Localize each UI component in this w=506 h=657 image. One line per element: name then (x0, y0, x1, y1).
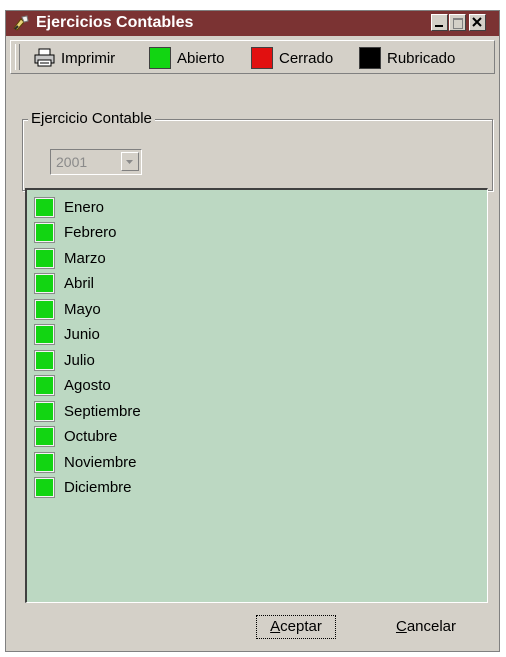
month-label: Octubre (64, 428, 118, 445)
list-item[interactable]: Octubre (35, 426, 117, 448)
month-label: Mayo (64, 300, 101, 318)
legend-open: Abierto (149, 46, 225, 70)
list-item[interactable]: Febrero (35, 222, 117, 244)
accept-button[interactable]: Aceptar (254, 613, 338, 641)
status-checkbox[interactable] (35, 299, 54, 319)
month-label: Junio (64, 326, 100, 343)
legend-signed: Rubricado (359, 46, 455, 70)
app-icon (13, 15, 29, 31)
cancel-button[interactable]: Cancelar (386, 613, 466, 641)
status-checkbox[interactable] (35, 325, 54, 344)
close-icon (472, 17, 482, 27)
month-label: Marzo (64, 249, 106, 267)
legend-open-label: Abierto (177, 49, 225, 67)
close-button[interactable] (469, 14, 486, 31)
list-item[interactable]: Mayo (35, 298, 101, 320)
chevron-down-icon (126, 160, 133, 164)
month-label: Julio (64, 351, 95, 369)
list-item[interactable]: Noviembre (35, 451, 137, 473)
list-item[interactable]: Agosto (35, 375, 111, 397)
list-item[interactable]: Septiembre (35, 400, 141, 422)
legend-closed-label: Cerrado (279, 49, 334, 67)
list-item[interactable]: Enero (35, 196, 104, 218)
maximize-icon (453, 18, 463, 29)
status-checkbox[interactable] (35, 478, 54, 497)
status-checkbox[interactable] (35, 223, 54, 242)
status-checkbox[interactable] (35, 376, 54, 395)
window: Ejercicios Contables Imprimir Abierto Ce… (5, 10, 500, 652)
month-label: Febrero (64, 224, 117, 241)
legend-closed: Cerrado (251, 46, 333, 70)
toolbar: Imprimir Abierto Cerrado Rubricado (10, 40, 495, 74)
toolbar-grip[interactable] (15, 44, 20, 70)
status-checkbox[interactable] (35, 401, 54, 421)
fiscal-year-group-label: Ejercicio Contable (28, 110, 155, 127)
status-checkbox[interactable] (35, 248, 54, 268)
minimize-button[interactable] (431, 14, 448, 31)
month-label: Abril (64, 275, 95, 292)
month-label: Enero (64, 198, 105, 216)
month-label: Agosto (64, 377, 111, 394)
legend-signed-label: Rubricado (387, 49, 456, 67)
fiscal-year-value: 2001 (56, 154, 88, 170)
month-list[interactable]: Enero Febrero Marzo Abril Mayo Junio Julio Agos… (25, 188, 488, 603)
signed-swatch (359, 47, 381, 69)
status-checkbox[interactable] (35, 452, 54, 472)
status-checkbox[interactable] (35, 274, 54, 293)
cancel-label: ancelar (406, 618, 457, 635)
month-label: Septiembre (64, 402, 141, 420)
window-title: Ejercicios Contables (36, 14, 194, 31)
print-button[interactable]: Imprimir (33, 46, 115, 70)
status-checkbox[interactable] (35, 427, 54, 446)
accept-mnemonic: A (270, 618, 281, 635)
title-bar[interactable]: Ejercicios Contables (6, 11, 499, 36)
closed-swatch (251, 47, 273, 69)
print-label: Imprimir (61, 49, 116, 67)
month-label: Diciembre (64, 479, 132, 496)
minimize-icon (435, 25, 443, 27)
open-swatch (149, 47, 171, 69)
list-item[interactable]: Junio (35, 324, 100, 346)
status-checkbox[interactable] (35, 350, 54, 370)
fiscal-year-select[interactable]: 2001 (50, 149, 142, 175)
accept-label: ceptar (280, 618, 322, 635)
maximize-button[interactable] (449, 14, 466, 31)
list-item[interactable]: Julio (35, 349, 95, 371)
status-checkbox[interactable] (35, 197, 54, 217)
list-item[interactable]: Diciembre (35, 477, 132, 499)
list-item[interactable]: Abril (35, 273, 94, 295)
list-item[interactable]: Marzo (35, 247, 106, 269)
dropdown-button[interactable] (121, 152, 139, 171)
printer-icon (34, 48, 55, 67)
month-label: Noviembre (64, 453, 137, 471)
cancel-mnemonic: C (395, 618, 407, 635)
